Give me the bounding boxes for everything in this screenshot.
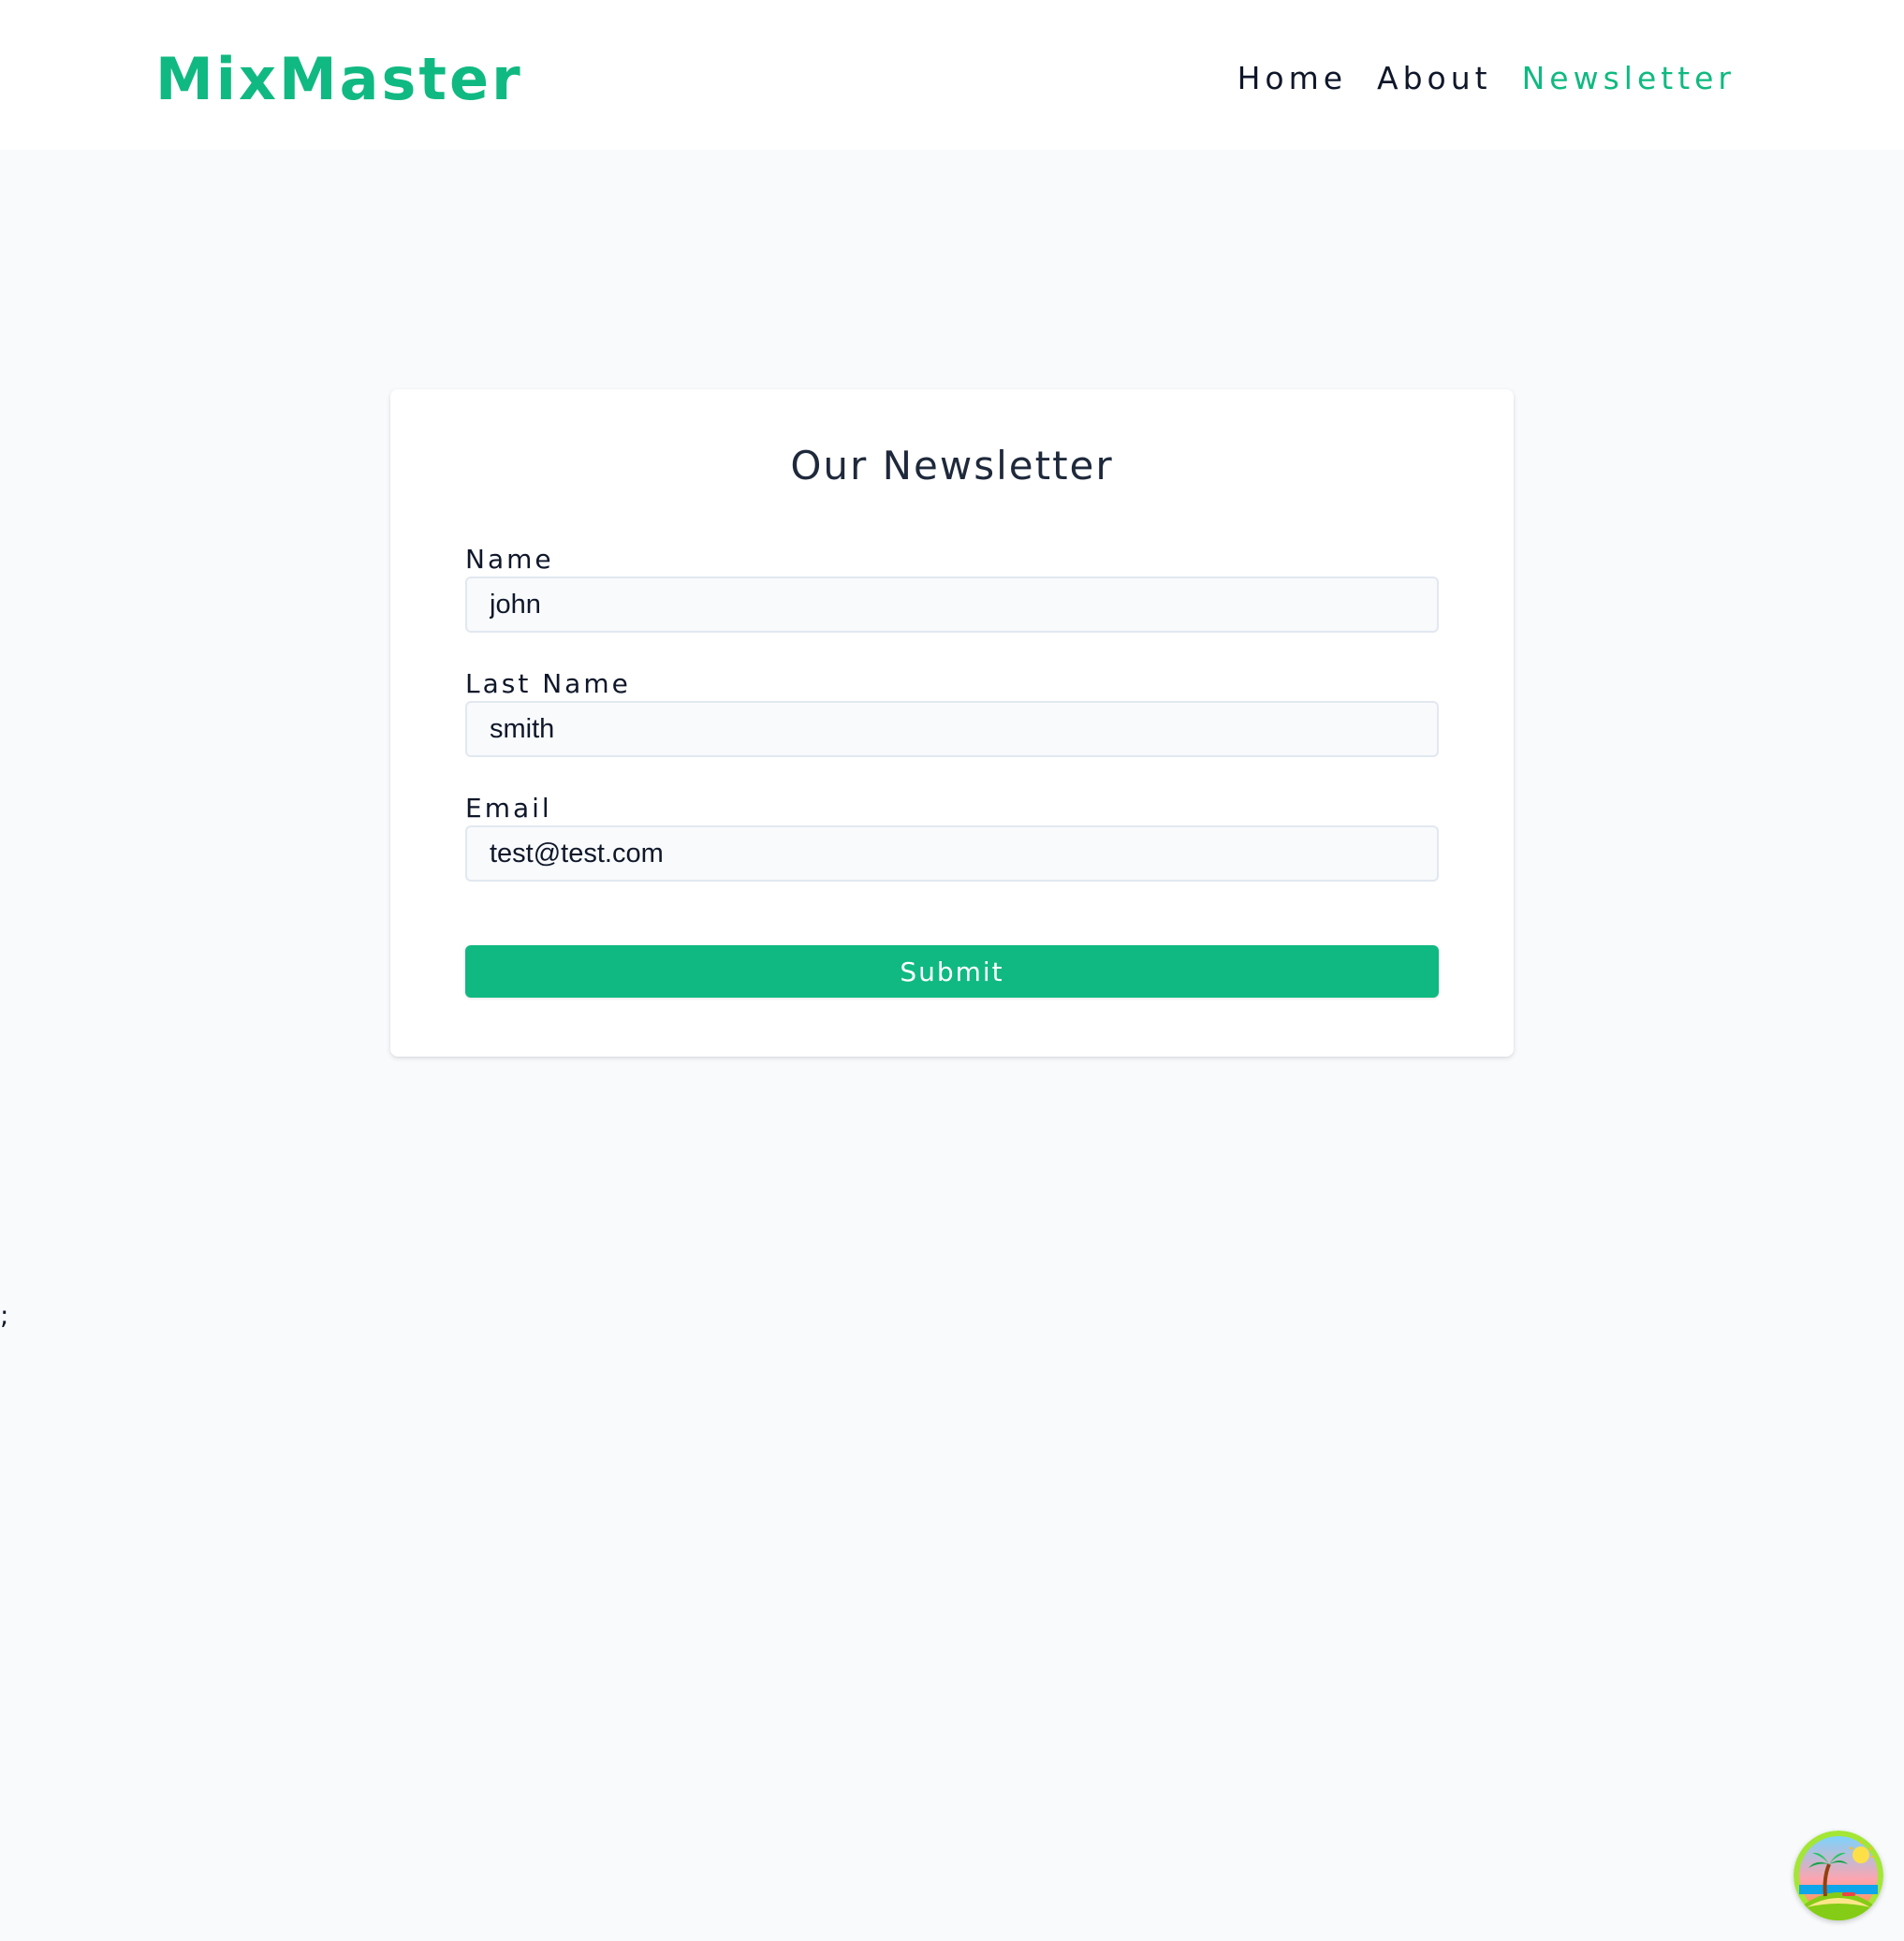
nav-link-home[interactable]: Home (1238, 51, 1347, 107)
nav-links: Home About Newsletter (1238, 51, 1736, 107)
name-label: Name (465, 544, 554, 575)
beach-island-graphic (1794, 1831, 1883, 1920)
name-input[interactable] (465, 576, 1439, 633)
email-input[interactable] (465, 825, 1439, 882)
stray-text: ; (0, 1300, 9, 1331)
newsletter-title: Our Newsletter (790, 443, 1114, 489)
email-label: Email (465, 793, 552, 824)
brand-logo[interactable]: MixMaster (155, 37, 523, 122)
navbar: MixMaster Home About Newsletter (0, 0, 1904, 150)
newsletter-card: Our Newsletter Name Last Name Email Subm… (390, 389, 1514, 1057)
last-name-label: Last Name (465, 668, 631, 699)
nav-link-about[interactable]: About (1377, 51, 1492, 107)
beach-island-icon[interactable] (1794, 1831, 1883, 1920)
submit-button[interactable]: Submit (465, 945, 1439, 998)
last-name-input[interactable] (465, 701, 1439, 757)
nav-link-newsletter[interactable]: Newsletter (1522, 51, 1736, 107)
